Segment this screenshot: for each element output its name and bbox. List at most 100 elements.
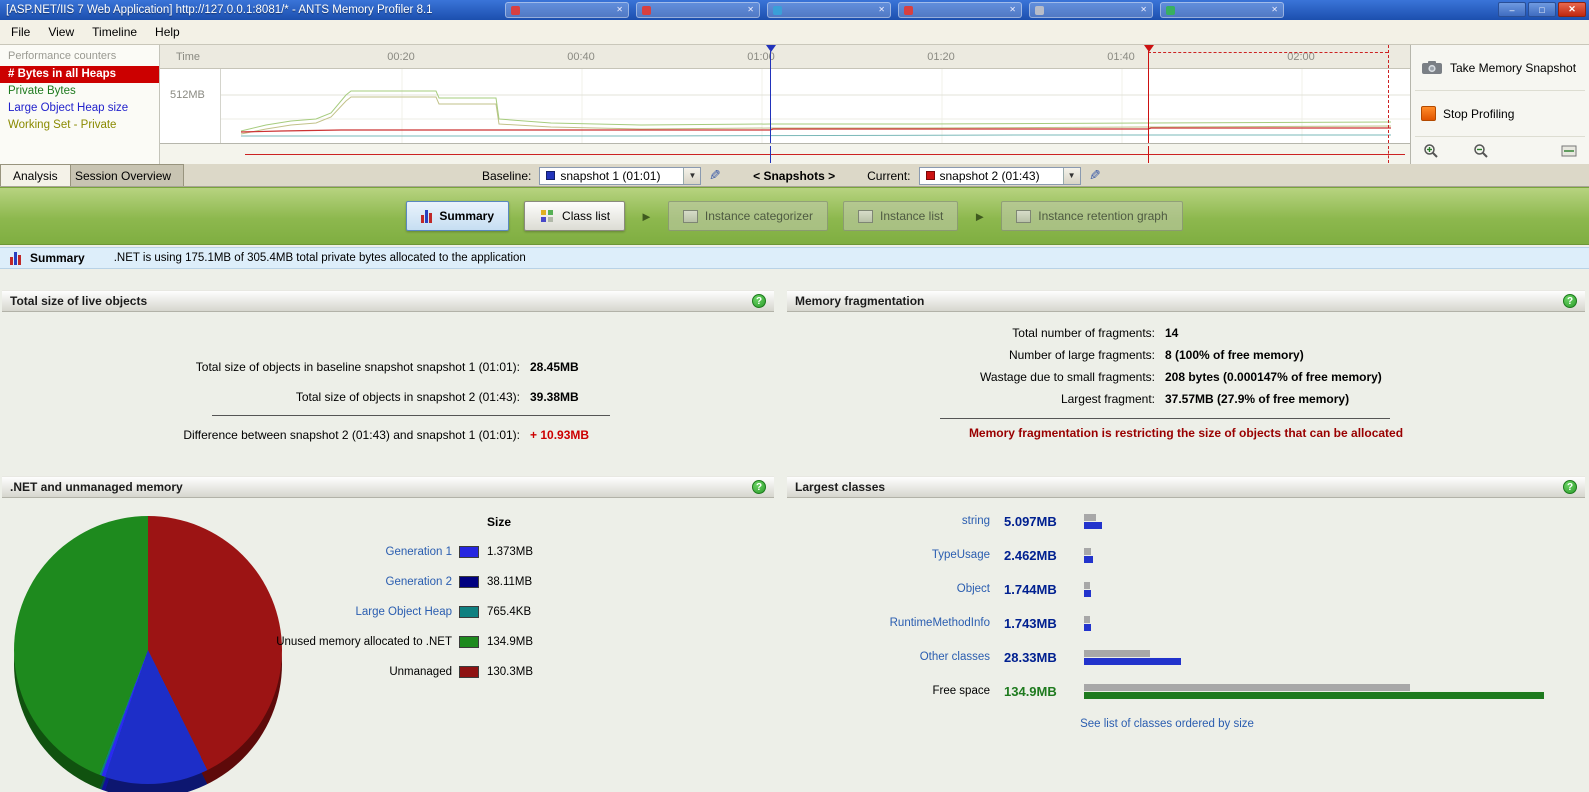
fragmentation-warning: Memory fragmentation is restricting the … [968, 426, 1404, 440]
class-bar-current [1084, 623, 1091, 631]
baseline-snapshot-select[interactable]: snapshot 1 (01:01) ▼ [539, 166, 702, 185]
class-row: string 5.097MB [787, 504, 1585, 538]
help-icon[interactable]: ? [1563, 294, 1577, 308]
legend-label[interactable]: Unmanaged [222, 666, 452, 678]
class-bar-current [1084, 657, 1181, 665]
legend-value: 134.9MB [487, 636, 534, 648]
menu-item[interactable]: Help [146, 21, 189, 43]
help-icon[interactable]: ? [752, 480, 766, 494]
stop-icon [1421, 106, 1436, 121]
tab-session-overview[interactable]: Session Overview [62, 164, 185, 186]
fragmentation-row-value: 14 [1165, 326, 1179, 340]
instance-categorizer-icon [682, 209, 698, 223]
stop-profiling-button[interactable]: Stop Profiling [1411, 91, 1589, 136]
titlebar-tab-close-icon[interactable]: ✕ [878, 6, 885, 14]
current-snapshot-select[interactable]: snapshot 2 (01:43) ▼ [918, 166, 1081, 185]
chevron-down-icon[interactable]: ▼ [683, 167, 701, 184]
zoom-fit-button[interactable] [1561, 144, 1577, 158]
class-label[interactable]: Object [787, 583, 990, 595]
memory-legend: Size Generation 1 1.373MB Generation 2 3… [222, 515, 533, 687]
class-row: RuntimeMethodInfo 1.743MB [787, 606, 1585, 640]
workflow-instance-list-button[interactable]: Instance list [842, 201, 959, 231]
titlebar-tab[interactable]: ✕ [767, 2, 891, 18]
titlebar-tab-close-icon[interactable]: ✕ [1271, 6, 1278, 14]
perf-counter-label: Working Set - Private [8, 119, 117, 131]
zoom-out-button[interactable] [1473, 143, 1489, 159]
class-value: 2.462MB [1004, 547, 1057, 563]
class-label[interactable]: RuntimeMethodInfo [787, 617, 990, 629]
baseline-label: Baseline: [482, 168, 532, 183]
workflow-summary-button[interactable]: Summary [406, 201, 510, 231]
timeline-overview-strip[interactable] [160, 143, 1410, 164]
chevron-down-icon[interactable]: ▼ [1062, 167, 1080, 184]
legend-row: Generation 1 1.373MB [222, 537, 533, 567]
fragmentation-row: Largest fragment: 37.57MB (27.9% of free… [787, 388, 1585, 410]
rename-baseline-icon[interactable]: ✎ [709, 167, 721, 184]
menu-item-label: View [48, 25, 75, 39]
class-list-icon [541, 210, 554, 222]
window-title: [ASP.NET/IIS 7 Web Application] http://1… [6, 4, 433, 16]
titlebar-tab-close-icon[interactable]: ✕ [616, 6, 623, 14]
timeline-graph [221, 69, 1411, 143]
panel-title: Memory fragmentation [795, 294, 925, 308]
class-label[interactable]: string [787, 515, 990, 527]
legend-label[interactable]: Large Object Heap [222, 606, 452, 618]
help-icon[interactable]: ? [752, 294, 766, 308]
perf-counter[interactable]: Private Bytes [0, 83, 159, 100]
titlebar-tab-icon [1166, 5, 1175, 15]
titlebar-tab-close-icon[interactable]: ✕ [747, 6, 754, 14]
menu-item[interactable]: Timeline [83, 21, 146, 43]
current-snapshot-marker[interactable] [1144, 45, 1154, 143]
app-window: [ASP.NET/IIS 7 Web Application] http://1… [0, 0, 1589, 792]
class-label[interactable]: TypeUsage [787, 549, 990, 561]
workflow-instance-retention-graph-button[interactable]: Instance retention graph [1001, 201, 1183, 231]
titlebar-tab-close-icon[interactable]: ✕ [1140, 6, 1147, 14]
titlebar-tab-icon [511, 5, 520, 15]
legend-label[interactable]: Generation 1 [222, 546, 453, 558]
titlebar-tab[interactable]: ✕ [636, 2, 760, 18]
class-size-bars [1084, 649, 1181, 665]
workflow-instance-categorizer-button[interactable]: Instance categorizer [667, 201, 828, 231]
baseline-snapshot-marker[interactable] [766, 45, 776, 143]
rename-current-icon[interactable]: ✎ [1089, 167, 1101, 184]
maximize-button[interactable]: □ [1528, 2, 1556, 17]
timeline-chart[interactable]: 00:20 00:40 01:00 01:20 01:40 02:00 Time 512M… [160, 45, 1411, 143]
legend-label[interactable]: Generation 2 [222, 576, 453, 588]
take-snapshot-button[interactable]: Take Memory Snapshot [1411, 45, 1589, 90]
workflow-class-list-button[interactable]: Class list [524, 201, 626, 231]
tab-analysis[interactable]: Analysis [0, 164, 71, 186]
baseline-color-chip [546, 171, 556, 180]
close-button[interactable]: ✕ [1558, 2, 1586, 17]
live-row-label: Total size of objects in baseline snapsh… [195, 360, 520, 374]
titlebar-tab[interactable]: ✕ [898, 2, 1022, 18]
time-tick: 00:20 [387, 51, 415, 63]
perf-counter[interactable]: # Bytes in all Heaps [0, 66, 159, 83]
stop-profiling-label: Stop Profiling [1443, 106, 1515, 121]
titlebar-tab[interactable]: ✕ [1160, 2, 1284, 18]
perf-counter[interactable]: Working Set - Private [0, 117, 159, 134]
chart-plot-area[interactable] [220, 69, 1411, 143]
perf-counter[interactable]: Large Object Heap size [0, 100, 159, 117]
class-bar-baseline [1084, 581, 1090, 589]
class-label[interactable]: Other classes [787, 651, 990, 663]
fragmentation-row-value: 37.57MB (27.9% of free memory) [1165, 392, 1350, 406]
perf-counter-label: Large Object Heap size [8, 102, 129, 114]
minimize-button[interactable]: – [1498, 2, 1526, 17]
class-row: Free space 134.9MB [787, 674, 1585, 708]
legend-rows: Generation 1 1.373MB Generation 2 38.11M… [222, 537, 533, 687]
class-label[interactable]: Free space [787, 685, 990, 697]
legend-label[interactable]: Unused memory allocated to .NET [222, 636, 452, 648]
menu-item[interactable]: File [2, 21, 39, 43]
class-bar-current [1084, 555, 1093, 563]
zoom-in-button[interactable] [1423, 143, 1439, 159]
panel-live-objects-header: Total size of live objects ? [2, 290, 774, 312]
live-row: Total size of objects in snapshot 2 (01:… [2, 382, 774, 412]
menu-item[interactable]: View [39, 21, 83, 43]
titlebar-tab[interactable]: ✕ [505, 2, 629, 18]
titlebar-tab-close-icon[interactable]: ✕ [1009, 6, 1016, 14]
see-class-list-link[interactable]: See list of classes ordered by size [1080, 718, 1254, 730]
titlebar-tab[interactable]: ✕ [1029, 2, 1153, 18]
class-size-bars [1084, 615, 1091, 631]
live-edge-marker [1388, 45, 1389, 143]
help-icon[interactable]: ? [1563, 480, 1577, 494]
